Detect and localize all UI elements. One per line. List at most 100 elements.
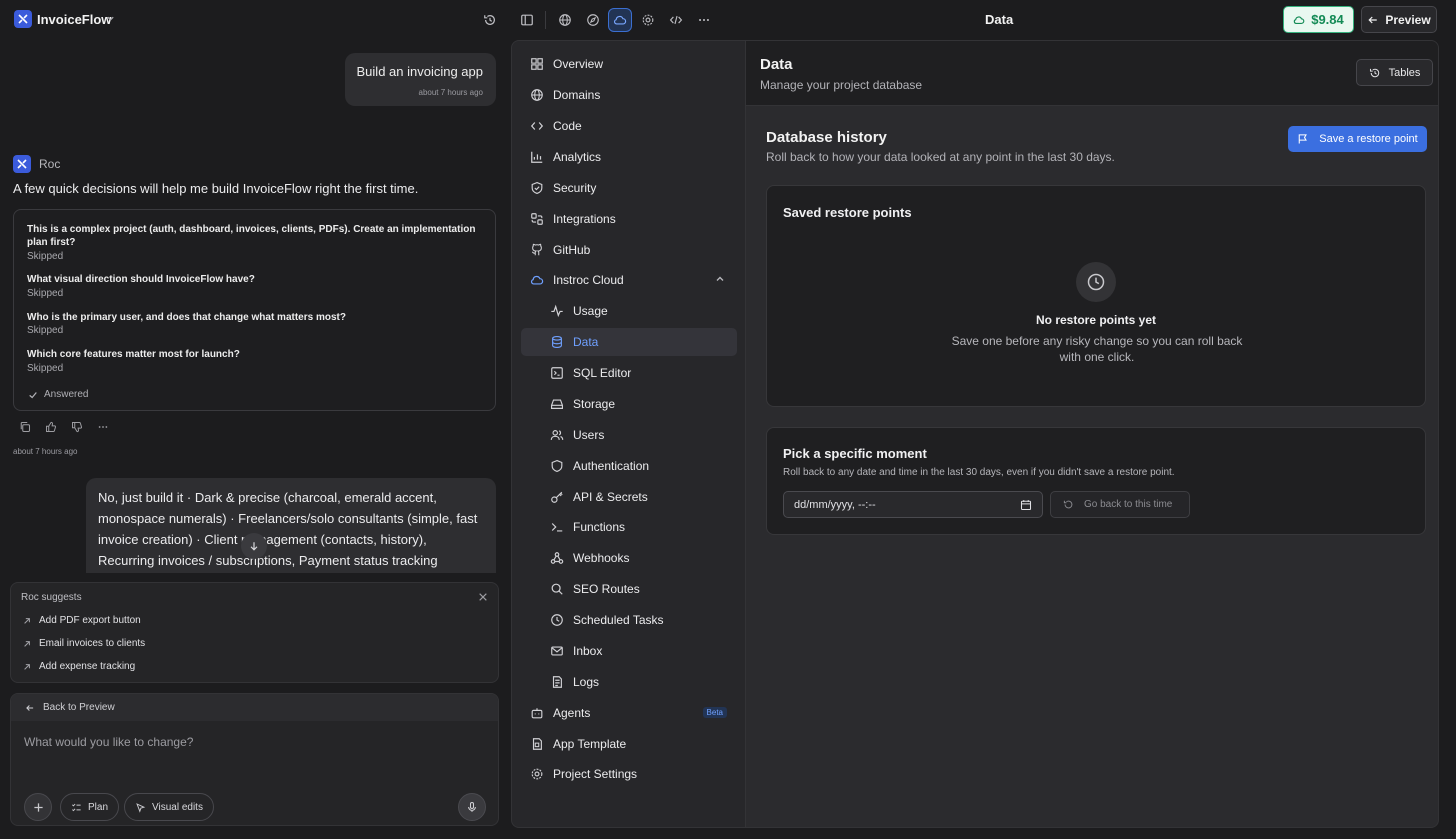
nav-item-github[interactable]: GitHub [521, 236, 737, 264]
nav-item-security[interactable]: Security [521, 174, 737, 202]
compass-icon[interactable] [581, 8, 605, 32]
integrations-icon [531, 213, 543, 225]
close-icon[interactable] [478, 592, 488, 602]
nav-item-functions[interactable]: Functions [521, 513, 737, 541]
suggestion-label: Email invoices to clients [39, 638, 146, 649]
suggestion-item[interactable]: Add expense tracking [23, 661, 135, 672]
shield-icon [531, 181, 543, 195]
mic-icon [468, 801, 476, 812]
nav-item-sql-editor[interactable]: SQL Editor [521, 359, 737, 387]
back-to-preview-button[interactable]: Back to Preview [11, 694, 498, 721]
nav-item-users[interactable]: Users [521, 421, 737, 449]
preview-button[interactable]: Preview [1361, 6, 1437, 33]
scroll-down-button[interactable] [241, 533, 267, 559]
user-message: No, just build it · Dark & precise (char… [86, 478, 496, 573]
assistant-message: A few quick decisions will help me build… [13, 181, 419, 196]
nav-item-agents[interactable]: Agents Beta [521, 699, 737, 727]
nav-label: SQL Editor [573, 366, 632, 380]
answered-status: Answered [28, 389, 88, 400]
tables-button[interactable]: Tables [1356, 59, 1433, 86]
overview-icon [531, 58, 543, 70]
app-logo-icon[interactable] [14, 10, 32, 28]
user-message-text: Build an invoicing app [356, 64, 483, 79]
suggestion-label: Add PDF export button [39, 615, 141, 626]
nav-item-usage[interactable]: Usage [521, 297, 737, 325]
attach-button[interactable] [24, 793, 52, 821]
suggestion-item[interactable]: Add PDF export button [23, 615, 141, 626]
nav-item-seo-routes[interactable]: SEO Routes [521, 575, 737, 603]
copy-icon[interactable] [19, 421, 31, 433]
cloud-icon[interactable] [608, 8, 632, 32]
nav-item-domains[interactable]: Domains [521, 81, 737, 109]
globe-icon[interactable] [553, 8, 577, 32]
go-back-label: Go back to this time [1084, 499, 1173, 510]
suggestions-panel: Roc suggests Add PDF export button Email… [10, 582, 499, 683]
nav-item-storage[interactable]: Storage [521, 390, 737, 418]
nav-label: Scheduled Tasks [573, 613, 664, 627]
clock-icon [551, 614, 563, 626]
plan-button[interactable]: Plan [60, 793, 120, 821]
question-text: Which core features matter most for laun… [27, 349, 240, 360]
sidebar-toggle-icon[interactable] [515, 8, 539, 32]
globe-icon [531, 89, 543, 101]
cursor-icon [136, 802, 146, 813]
message-timestamp: about 7 hours ago [13, 447, 78, 456]
nav-item-analytics[interactable]: Analytics [521, 143, 737, 171]
questions-card: This is a complex project (auth, dashboa… [13, 209, 496, 411]
nav-item-api-secrets[interactable]: API & Secrets [521, 483, 737, 511]
nav-item-instroc-cloud[interactable]: Instroc Cloud [521, 266, 737, 294]
datetime-input[interactable]: dd/mm/yyyy, --:-- [783, 491, 1043, 518]
message-input[interactable] [24, 735, 484, 749]
more-icon[interactable] [97, 421, 109, 433]
visual-edits-button[interactable]: Visual edits [124, 793, 214, 821]
settings-icon[interactable] [636, 8, 660, 32]
mic-button[interactable] [458, 793, 486, 821]
github-icon [531, 243, 542, 256]
nav-item-webhooks[interactable]: Webhooks [521, 544, 737, 572]
tables-label: Tables [1388, 66, 1421, 79]
save-restore-point-button[interactable]: Save a restore point [1288, 126, 1427, 152]
empty-state-title: No restore points yet [1035, 313, 1157, 327]
assistant-name: Roc [39, 157, 61, 171]
nav-label: Usage [573, 304, 608, 318]
empty-state-subtitle: Save one before any risky change so you … [951, 334, 1243, 364]
thumbs-up-icon[interactable] [45, 421, 57, 433]
calendar-icon[interactable] [1020, 499, 1032, 511]
code-icon[interactable] [664, 8, 688, 32]
nav-item-authentication[interactable]: Authentication [521, 452, 737, 480]
nav-item-overview[interactable]: Overview [521, 50, 737, 78]
thumbs-down-icon[interactable] [71, 421, 83, 433]
nav-item-data[interactable]: Data [521, 328, 737, 356]
question-text: What visual direction should InvoiceFlow… [27, 274, 255, 285]
nav-item-app-template[interactable]: App Template [521, 730, 737, 758]
nav-label: Agents [553, 706, 591, 720]
settings-icon [531, 768, 543, 780]
nav-label: Code [553, 119, 582, 133]
clock-icon [1076, 262, 1116, 302]
nav-item-project-settings[interactable]: Project Settings [521, 760, 737, 788]
nav-item-logs[interactable]: Logs [521, 668, 737, 696]
nav-label: API & Secrets [573, 490, 648, 504]
nav-item-inbox[interactable]: Inbox [521, 637, 737, 665]
data-page: Data Manage your project database Tables… [745, 40, 1439, 828]
more-icon[interactable] [692, 8, 716, 32]
arrow-left-icon [1368, 16, 1378, 23]
card-title: Saved restore points [783, 205, 912, 220]
suggestion-item[interactable]: Email invoices to clients [23, 638, 145, 649]
chevron-down-icon[interactable] [106, 14, 115, 23]
nav-item-scheduled-tasks[interactable]: Scheduled Tasks [521, 606, 737, 634]
nav-label: Inbox [573, 644, 603, 658]
history-icon[interactable] [478, 8, 502, 32]
database-history-subtitle: Roll back to how your data looked at any… [766, 150, 1115, 164]
chevron-up-icon[interactable] [715, 274, 725, 284]
arrow-left-icon [26, 704, 34, 711]
app-name[interactable]: InvoiceFlow [37, 12, 111, 27]
key-icon [551, 491, 563, 503]
credit-button[interactable]: $9.84 [1283, 6, 1354, 33]
pick-moment-card: Pick a specific moment Roll back to any … [766, 427, 1426, 535]
go-back-to-time-button[interactable]: Go back to this time [1050, 491, 1190, 518]
nav-item-integrations[interactable]: Integrations [521, 205, 737, 233]
cloud-icon [530, 275, 544, 285]
message-timestamp: about 7 hours ago [418, 88, 484, 97]
nav-item-code[interactable]: Code [521, 112, 737, 140]
